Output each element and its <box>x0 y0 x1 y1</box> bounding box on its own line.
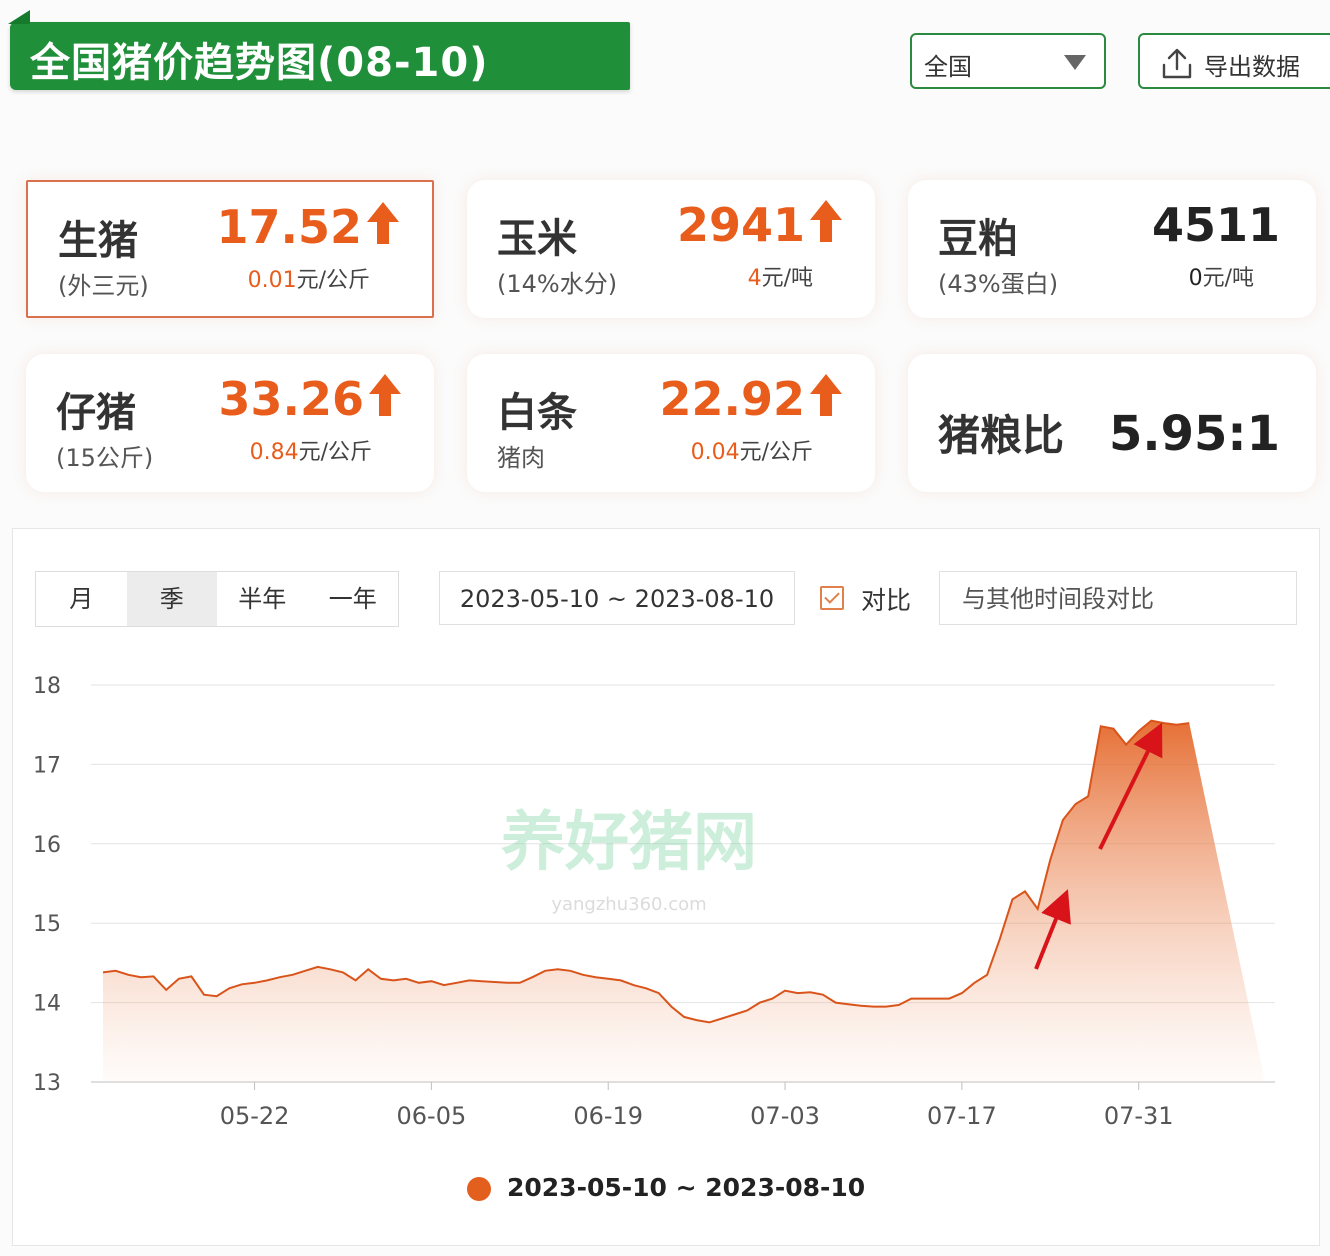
card-change-value: 4 <box>747 266 762 291</box>
card-change: 0.84元/公斤 <box>250 434 372 466</box>
y-axis: 13 14 15 16 17 18 <box>33 674 61 1096</box>
up-arrow-icon <box>810 200 842 242</box>
card-unit: 元/公斤 <box>296 268 370 293</box>
region-select-value: 全国 <box>924 53 972 81</box>
card-soybean-meal[interactable]: 豆粕 (43%蛋白) 4511 0元/吨 <box>908 180 1316 318</box>
card-change-value: 0.84 <box>249 440 299 465</box>
card-unit: 元/公斤 <box>739 440 813 465</box>
y-tick-label: 15 <box>33 912 61 937</box>
up-arrow-icon <box>810 374 842 416</box>
card-piglet[interactable]: 仔猪 (15公斤) 33.26 0.84元/公斤 <box>26 354 434 492</box>
up-arrow-icon <box>369 374 401 416</box>
card-name: 猪粮比 <box>938 411 1065 460</box>
card-unit: 元/公斤 <box>298 440 372 465</box>
title-banner: 全国猪价趋势图(08-10) <box>8 10 630 90</box>
card-name: 玉米 <box>497 216 577 262</box>
legend-label: 2023-05-10 ~ 2023-08-10 <box>507 1173 866 1202</box>
card-sub: (15公斤) <box>56 444 154 472</box>
x-tick-label: 06-19 <box>573 1102 643 1130</box>
card-change-value: 0.04 <box>690 440 740 465</box>
chart-panel: 月 季 半年 一年 2023-05-10 ~ 2023-08-10 对比 与其他… <box>12 528 1320 1246</box>
card-pork-carcass[interactable]: 白条 猪肉 22.92 0.04元/公斤 <box>467 354 875 492</box>
export-data-label: 导出数据 <box>1204 53 1300 81</box>
card-corn[interactable]: 玉米 (14%水分) 2941 4元/吨 <box>467 180 875 318</box>
x-tick-label: 07-03 <box>750 1102 820 1130</box>
dropdown-arrow-icon <box>1064 55 1086 70</box>
legend-swatch <box>467 1177 491 1201</box>
upload-icon <box>1162 48 1192 79</box>
y-tick-label: 13 <box>33 1071 61 1096</box>
x-tick-label: 07-31 <box>1104 1102 1174 1130</box>
x-tick-label: 06-05 <box>397 1102 467 1130</box>
card-price: 22.92 <box>659 372 805 426</box>
card-name: 生猪 <box>58 218 138 264</box>
watermark: 养好猪网 yangzhu360.com <box>501 806 757 915</box>
card-name: 豆粕 <box>938 216 1018 262</box>
card-sub: (外三元) <box>58 272 149 300</box>
card-unit: 元/吨 <box>761 266 813 291</box>
watermark-url: yangzhu360.com <box>551 894 706 915</box>
card-ratio-value: 5.95:1 <box>1108 406 1280 462</box>
card-change: 0.04元/公斤 <box>691 434 813 466</box>
region-select[interactable]: 全国 <box>910 33 1106 89</box>
page-title: 全国猪价趋势图(08-10) <box>30 40 489 86</box>
up-arrow-icon <box>367 202 399 244</box>
card-change: 0元/吨 <box>1189 260 1254 292</box>
card-price: 4511 <box>1151 198 1280 252</box>
x-tick-label: 07-17 <box>927 1102 997 1130</box>
y-tick-label: 17 <box>33 753 61 778</box>
x-tick-label: 05-22 <box>220 1102 290 1130</box>
card-sub: (43%蛋白) <box>938 270 1059 298</box>
card-sub: (14%水分) <box>497 270 618 298</box>
card-change-value: 0 <box>1188 266 1203 291</box>
card-price: 17.52 <box>216 200 362 254</box>
watermark-logo: 养好猪网 <box>501 806 757 880</box>
export-data-button[interactable]: 导出数据 <box>1138 33 1330 89</box>
card-name: 仔猪 <box>56 390 136 436</box>
card-change-value: 0.01 <box>247 268 297 293</box>
y-tick-label: 14 <box>33 992 61 1017</box>
card-price: 33.26 <box>218 372 364 426</box>
price-trend-chart: 13 14 15 16 17 18 05-22 06-05 06-19 07-03 07-17 07… <box>33 674 1275 1130</box>
card-change: 0.01元/公斤 <box>248 262 370 294</box>
card-change: 4元/吨 <box>748 260 813 292</box>
y-tick-label: 16 <box>33 833 61 858</box>
card-sub: 猪肉 <box>497 444 545 472</box>
card-pig-grain-ratio[interactable]: 猪粮比 5.95:1 <box>908 354 1316 492</box>
card-live-pig[interactable]: 生猪 (外三元) 17.52 0.01元/公斤 <box>26 180 434 318</box>
card-price: 2941 <box>676 198 805 252</box>
card-name: 白条 <box>497 390 577 436</box>
card-unit: 元/吨 <box>1202 266 1254 291</box>
y-tick-label: 18 <box>33 674 61 699</box>
x-axis: 05-22 06-05 06-19 07-03 07-17 07-31 <box>220 1082 1174 1130</box>
